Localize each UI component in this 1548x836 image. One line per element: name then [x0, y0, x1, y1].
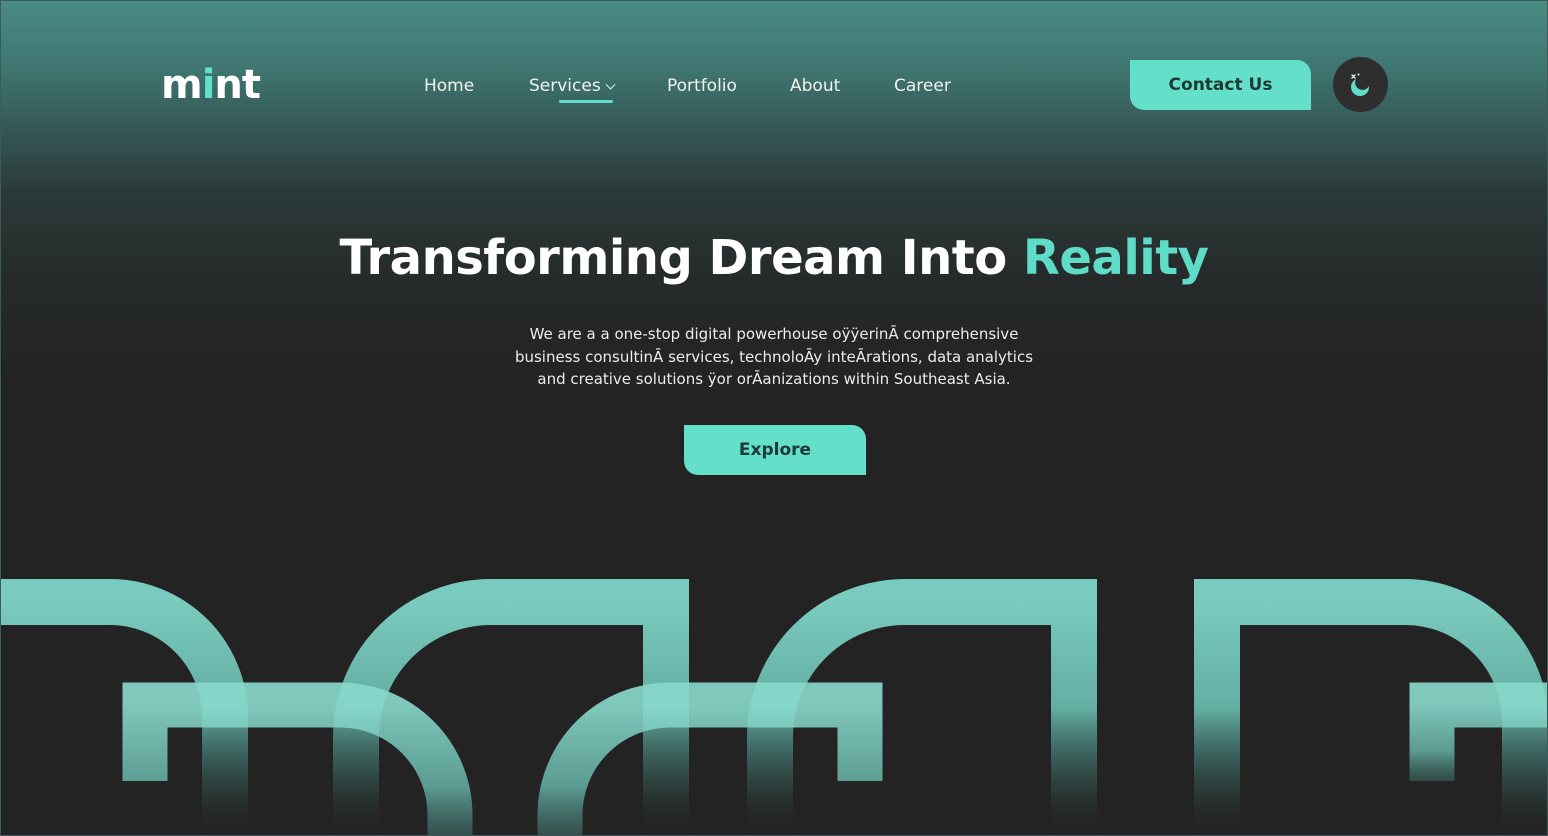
nav-item-career[interactable]: Career: [894, 74, 951, 98]
decor-arch: [122, 682, 473, 836]
nav-item-portfolio[interactable]: Portfolio: [667, 74, 737, 98]
hero-description-line: business consultinĀ services, technoloĀy…: [514, 347, 1034, 366]
chevron-down-icon: [605, 79, 616, 90]
nav-active-indicator: [559, 100, 613, 103]
decor-arch: [537, 682, 883, 836]
theme-toggle-button[interactable]: [1333, 57, 1388, 112]
nav-item-about[interactable]: About: [790, 74, 840, 98]
hero-description: We are a a one-stop digital powerhouse o…: [494, 323, 1054, 391]
hero-title-main: Transforming Dream Into: [339, 230, 1023, 286]
main-nav: Home Services Portfolio About Career: [0, 74, 1548, 98]
moon-stars-icon: [1351, 73, 1370, 97]
decorative-arches: [0, 579, 1548, 836]
hero-title: Transforming Dream Into Reality: [0, 226, 1548, 290]
hero-title-accent: Reality: [1022, 230, 1209, 286]
contact-us-button[interactable]: Contact Us: [1130, 60, 1311, 110]
nav-item-services[interactable]: Services: [529, 74, 616, 98]
nav-item-home[interactable]: Home: [424, 74, 474, 98]
page: mint Home Services Portfolio About Caree…: [0, 0, 1548, 836]
explore-button[interactable]: Explore: [684, 425, 866, 475]
nav-item-services-label: Services: [529, 76, 601, 96]
hero-description-line: and creative solutions ÿor orĀanizations…: [537, 370, 1011, 388]
hero-description-line: We are a a one-stop digital powerhouse o…: [529, 325, 1019, 343]
